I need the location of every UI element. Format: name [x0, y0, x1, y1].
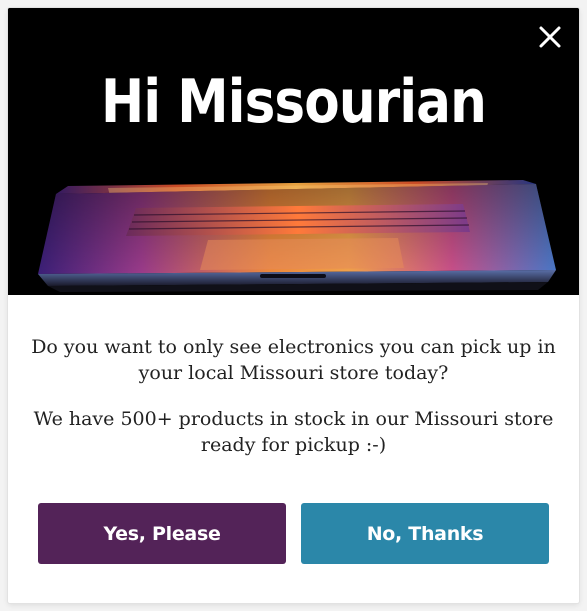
no-thanks-button[interactable]: No, Thanks [301, 503, 549, 564]
pickup-popup: Hi Missourian Do you want to only see el… [8, 8, 579, 603]
yes-please-button[interactable]: Yes, Please [38, 503, 286, 564]
hero-banner: Hi Missourian [8, 8, 579, 295]
close-icon[interactable] [535, 22, 565, 52]
popup-message-primary: Do you want to only see electronics you … [31, 336, 556, 384]
popup-title: Hi Missourian [100, 67, 487, 137]
popup-message-secondary: We have 500+ products in stock in our Mi… [33, 408, 554, 456]
laptop-image [8, 8, 579, 295]
